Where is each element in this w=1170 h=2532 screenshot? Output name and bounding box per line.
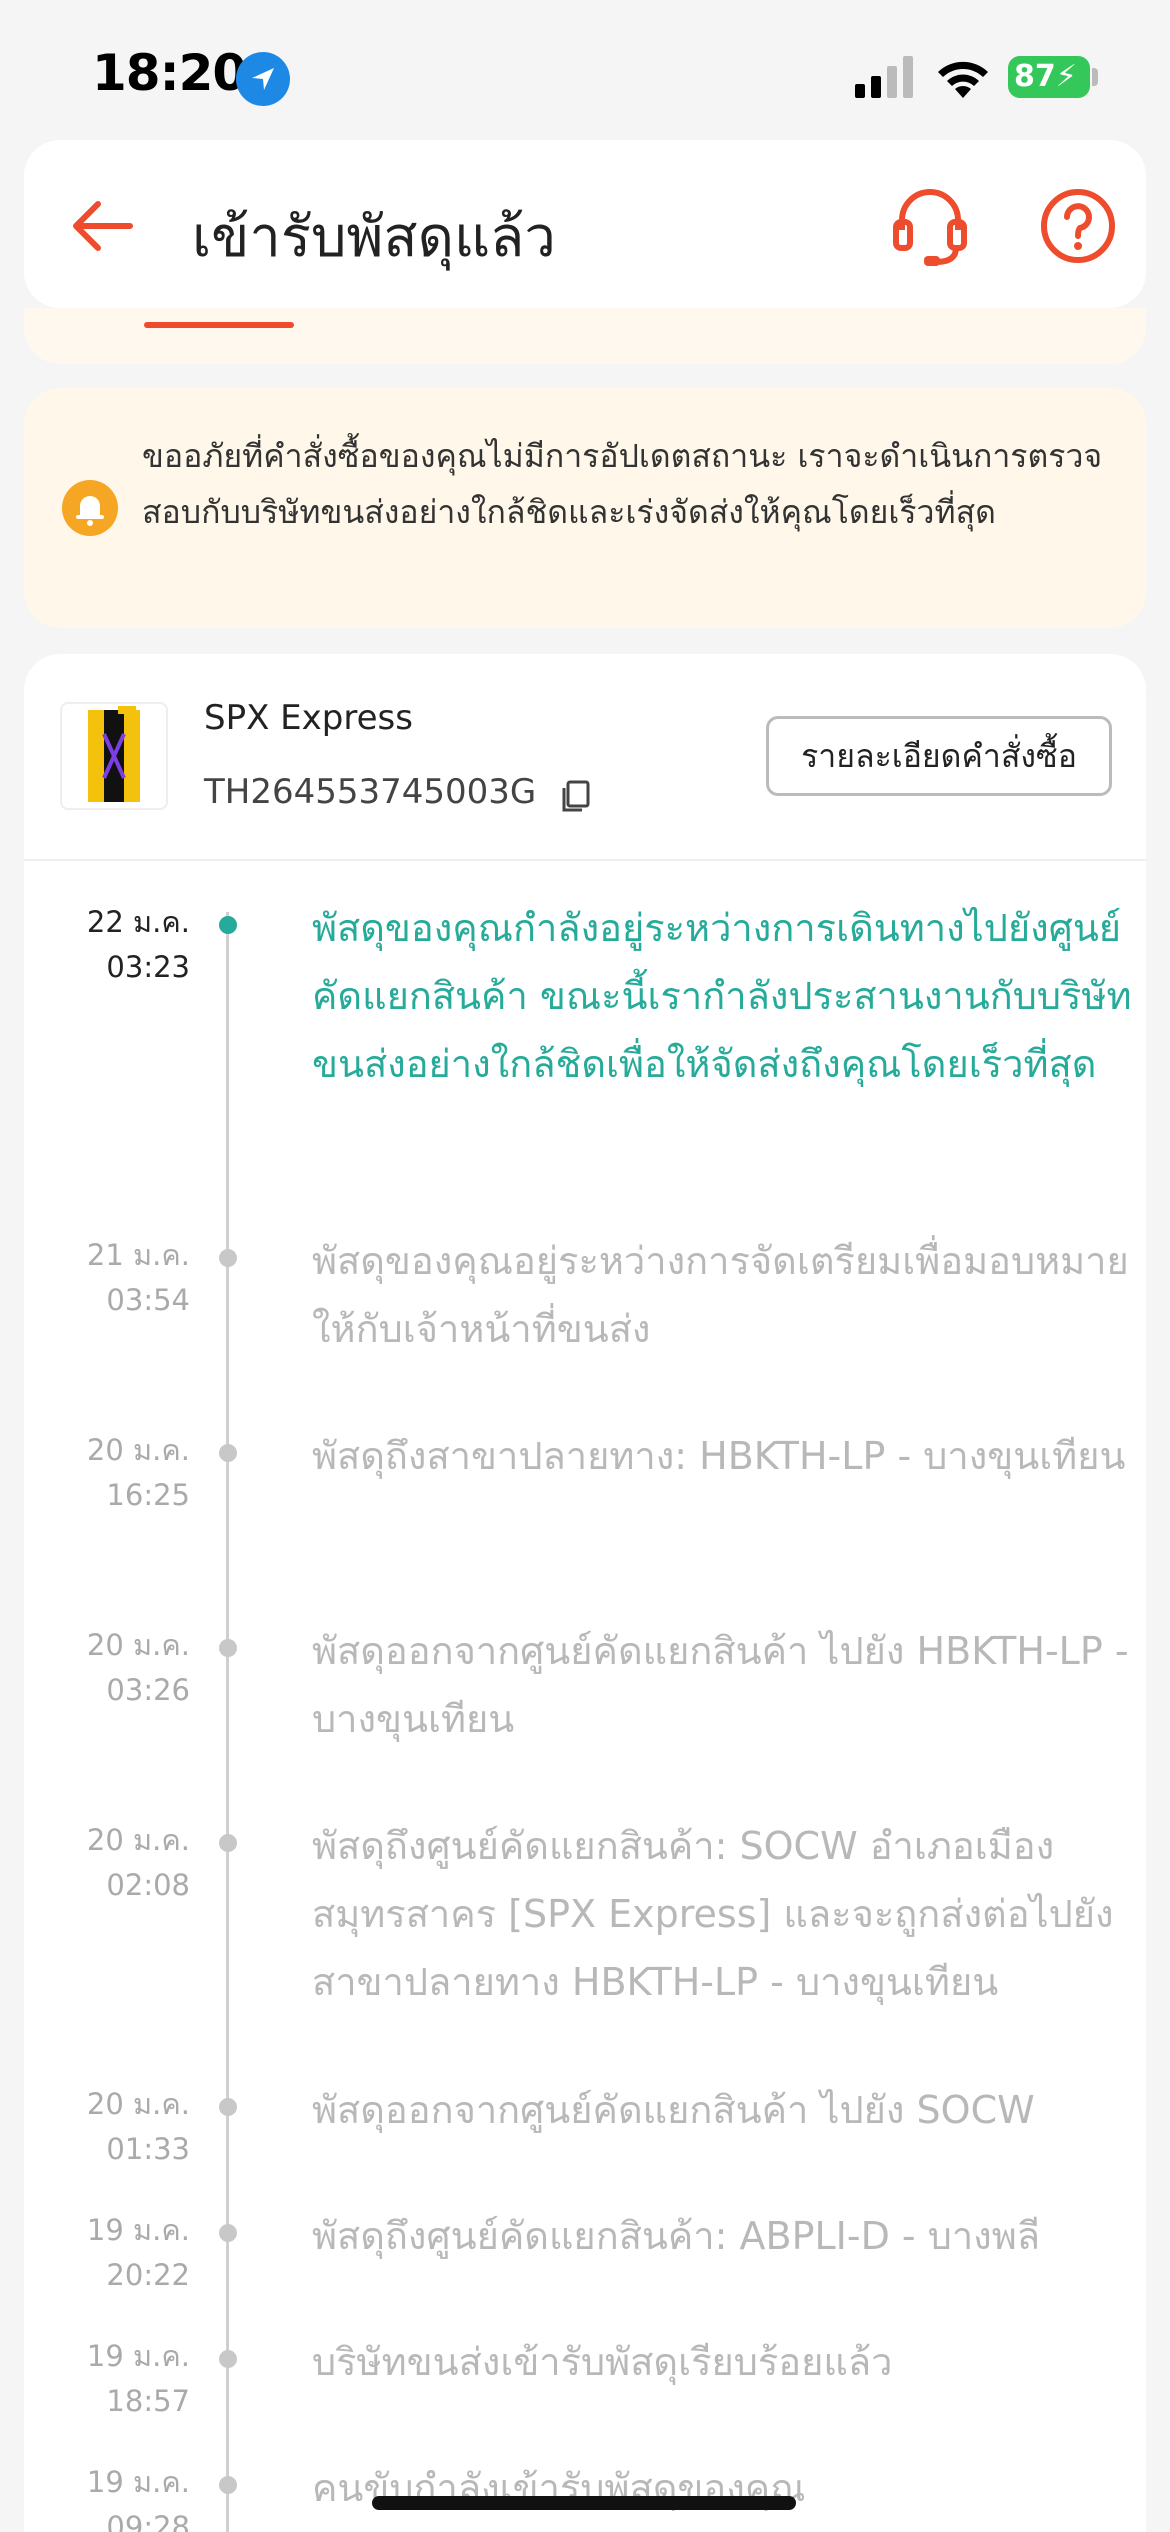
entry-time: 02:08 — [106, 1868, 190, 1902]
timeline-dot — [219, 2224, 237, 2242]
entry-date: 21 ม.ค. — [86, 1238, 190, 1272]
progress-underline — [144, 322, 294, 328]
notice-text: ขออภัยที่คำสั่งซื้อของคุณไม่มีการอัปเดตส… — [142, 437, 1103, 531]
timeline-dot — [219, 1444, 237, 1462]
entry-description: พัสดุถึงสาขาปลายทาง: HBKTH-LP - บางขุนเท… — [312, 1434, 1126, 1478]
battery-level: 87 — [1014, 59, 1056, 94]
timeline-dot — [219, 2098, 237, 2116]
entry-date: 20 ม.ค. — [86, 1823, 190, 1857]
entry-time: 03:54 — [106, 1283, 190, 1317]
entry-time: 16:25 — [106, 1478, 190, 1512]
divider — [24, 859, 1146, 861]
entry-date: 20 ม.ค. — [86, 1628, 190, 1662]
headset-support-icon[interactable] — [890, 182, 970, 272]
entry-description: บริษัทขนส่งเข้ารับพัสดุเรียบร้อยแล้ว — [312, 2340, 893, 2384]
entry-description: คนขับกำลังเข้ารับพัสดุของคุณ — [312, 2466, 806, 2510]
progress-sliver — [24, 308, 1146, 364]
timeline-dot — [219, 2350, 237, 2368]
copy-icon[interactable] — [560, 780, 590, 814]
location-arrow-icon — [236, 52, 290, 106]
home-indicator[interactable] — [372, 2496, 796, 2510]
entry-date: 19 ม.ค. — [86, 2339, 190, 2373]
entry-description: พัสดุออกจากศูนย์คัดแยกสินค้า ไปยัง HBKTH… — [312, 1629, 1129, 1741]
entry-time: 20:22 — [106, 2258, 190, 2292]
back-arrow-icon[interactable] — [64, 186, 144, 266]
entry-date: 22 ม.ค. — [86, 905, 190, 939]
entry-description: พัสดุถึงศูนย์คัดแยกสินค้า: ABPLI-D - บาง… — [312, 2214, 1041, 2258]
delay-notice-banner: ขออภัยที่คำสั่งซื้อของคุณไม่มีการอัปเดตส… — [24, 388, 1146, 628]
entry-date: 19 ม.ค. — [86, 2213, 190, 2247]
timeline-dot — [219, 916, 237, 934]
entry-description: พัสดุถึงศูนย์คัดแยกสินค้า: SOCW อำเภอเมื… — [312, 1824, 1114, 2004]
help-question-icon[interactable] — [1038, 186, 1118, 266]
entry-time: 03:23 — [106, 950, 190, 984]
top-app-bar: เข้ารับพัสดุแล้ว — [24, 140, 1146, 308]
entry-description: พัสดุออกจากศูนย์คัดแยกสินค้า ไปยัง SOCW — [312, 2088, 1035, 2132]
entry-date: 19 ม.ค. — [86, 2465, 190, 2499]
entry-description: พัสดุของคุณกำลังอยู่ระหว่างการเดินทางไปย… — [312, 906, 1132, 1086]
timeline-dot — [219, 1639, 237, 1657]
entry-date: 20 ม.ค. — [86, 1433, 190, 1467]
bell-icon — [62, 480, 118, 536]
entry-time: 09:28 — [106, 2510, 190, 2532]
carrier-name: SPX Express — [204, 698, 413, 738]
order-details-button[interactable]: รายละเอียดคำสั่งซื้อ — [766, 716, 1112, 796]
entry-description: พัสดุของคุณอยู่ระหว่างการจัดเตรียมเพื่อม… — [312, 1239, 1129, 1351]
status-bar: 18:20 87⚡ — [0, 0, 1170, 140]
timeline-dot — [219, 2476, 237, 2494]
product-thumbnail[interactable] — [60, 702, 168, 810]
wifi-icon — [938, 61, 988, 98]
entry-time: 01:33 — [106, 2132, 190, 2166]
timeline-connector — [226, 912, 229, 2532]
battery-cap — [1092, 68, 1098, 86]
timeline-dot — [219, 1834, 237, 1852]
battery-indicator: 87⚡ — [1008, 56, 1090, 98]
entry-time: 18:57 — [106, 2384, 190, 2418]
status-time: 18:20 — [92, 44, 247, 102]
cellular-signal-icon — [855, 56, 913, 98]
entry-date: 20 ม.ค. — [86, 2087, 190, 2121]
page-title: เข้ารับพัสดุแล้ว — [192, 205, 556, 270]
entry-time: 03:26 — [106, 1673, 190, 1707]
timeline-dot — [219, 1249, 237, 1267]
tracking-number: TH264553745003G — [204, 772, 537, 812]
